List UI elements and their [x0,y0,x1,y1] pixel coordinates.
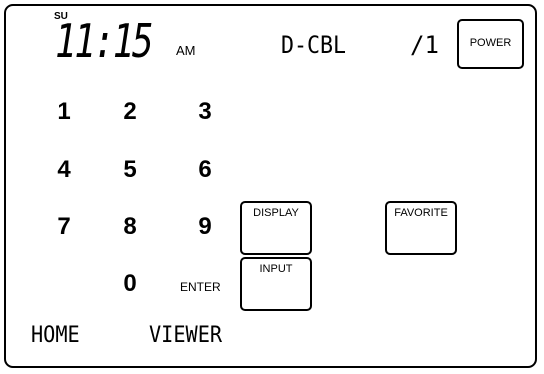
key-0[interactable]: 0 [114,270,146,298]
input-button-label: INPUT [259,263,293,275]
input-button[interactable]: INPUT [240,257,312,311]
enter-button[interactable]: ENTER [180,280,221,294]
key-7[interactable]: 7 [48,213,80,241]
favorite-button[interactable]: FAVORITE [385,201,457,255]
key-5[interactable]: 5 [114,156,146,184]
page-indicator: /1 [410,31,439,59]
source-device-label: D-CBL [281,31,347,59]
key-6[interactable]: 6 [189,156,221,184]
display-button[interactable]: DISPLAY [240,201,312,255]
key-9[interactable]: 9 [189,213,221,241]
display-button-label: DISPLAY [253,207,299,219]
key-8[interactable]: 8 [114,213,146,241]
key-1[interactable]: 1 [48,98,80,126]
clock-display: 11:15 [55,14,154,68]
key-3[interactable]: 3 [189,98,221,126]
viewer-softkey[interactable]: VIEWER [149,323,222,348]
favorite-button-label: FAVORITE [394,207,448,219]
power-button[interactable]: POWER [457,19,524,69]
power-button-label: POWER [469,37,512,49]
home-softkey[interactable]: HOME [31,323,80,348]
key-2[interactable]: 2 [114,98,146,126]
key-4[interactable]: 4 [48,156,80,184]
am-pm-indicator: AM [176,43,196,58]
